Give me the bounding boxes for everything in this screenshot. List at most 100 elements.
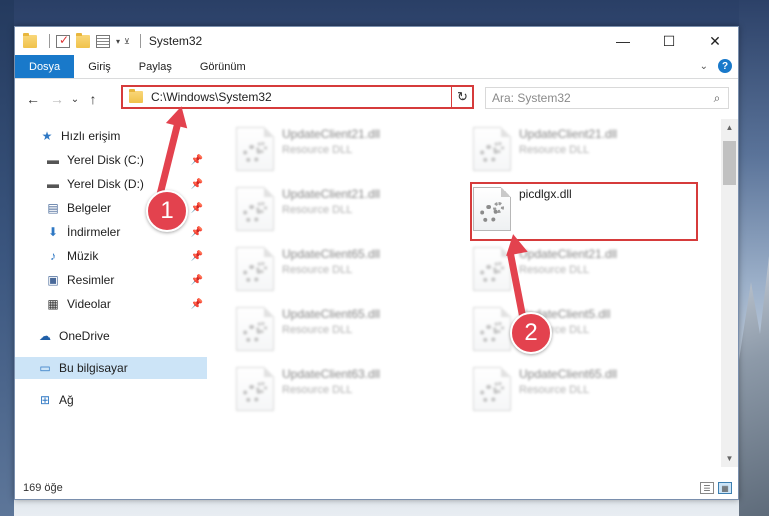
scroll-down-icon[interactable]: ▼ [721,450,738,467]
separator [49,34,50,48]
tab-home[interactable]: Giriş [74,55,125,78]
customize-toolbar-icon[interactable]: ⊻ [124,37,130,46]
pin-icon: 📌 [190,226,203,238]
file-name: UpdateClient63.dll [282,367,381,381]
computer-icon: ▭ [39,361,51,375]
sidebar-item-label: İndirmeler [67,225,121,239]
pin-icon: 📌 [190,274,203,286]
up-button[interactable]: ↑ [81,91,105,107]
sidebar-item-network[interactable]: ⊞ Ağ [15,389,207,411]
file-type: Resource DLL [519,144,590,156]
vertical-scrollbar[interactable]: ▲ ▼ [721,119,738,467]
sidebar-item-local-disk-c[interactable]: ▬ Yerel Disk (C:) 📌 [15,149,207,171]
file-name: UpdateClient65.dll [519,367,618,381]
tab-file[interactable]: Dosya [15,55,75,78]
file-item[interactable]: UpdateClient65.dll Resource DLL [236,245,461,295]
file-item[interactable]: UpdateClient5.dll Resource DLL [473,305,698,355]
dll-file-icon [236,367,274,411]
file-item[interactable]: UpdateClient65.dll Resource DLL [473,365,698,415]
file-item[interactable]: UpdateClient65.dll Resource DLL [236,305,461,355]
sidebar-item-pictures[interactable]: ▣ Resimler 📌 [15,269,207,291]
details-view-icon[interactable]: ☰ [700,482,714,494]
pictures-icon: ▣ [47,273,59,287]
properties-check-icon[interactable] [56,33,70,48]
file-item[interactable]: UpdateClient21.dll Resource DLL [236,125,461,175]
file-explorer-window: ▾ ⊻ System32 — ☐ ✕ Dosya Giriş Paylaş Gö… [14,26,739,500]
sidebar-item-label: Yerel Disk (C:) [67,153,144,167]
ribbon-right: ⌄ ? [700,59,732,73]
tab-view[interactable]: Görünüm [186,55,260,78]
file-item[interactable]: UpdateClient21.dll Resource DLL [473,125,698,175]
dll-file-icon [473,127,511,171]
refresh-icon[interactable]: ↻ [451,85,473,109]
music-icon: ♪ [50,249,56,263]
tiles-view-icon[interactable]: ▦ [718,482,732,494]
separator [139,34,141,48]
search-icon[interactable]: ⌕ [706,91,728,106]
dll-file-icon [236,307,274,351]
recent-locations-icon[interactable]: ⌄ [69,94,81,105]
back-button[interactable]: ← [21,91,45,107]
dll-file-icon [236,187,274,231]
quick-access-dropdown-icon[interactable]: ▾ [116,37,120,46]
window-controls: — ☐ ✕ [600,27,738,55]
folder-icon [23,32,37,48]
drive-icon: ▬ [47,153,59,167]
help-icon[interactable]: ? [718,59,732,73]
sidebar-item-music[interactable]: ♪ Müzik 📌 [15,245,207,267]
maximize-button[interactable]: ☐ [646,27,692,55]
minimize-button[interactable]: — [600,27,646,55]
properties-icon[interactable] [96,34,110,48]
file-type: Resource DLL [282,324,353,336]
navigation-bar: ← → ⌄ ↑ C:\Windows\System32 ⌄ ↻ Ara: Sys… [15,79,738,119]
sidebar-item-videos[interactable]: ▦ Videolar 📌 [15,293,207,315]
body-area: ★ Hızlı erişim ▬ Yerel Disk (C:) 📌 ▬ Yer… [15,119,738,467]
documents-icon: ▤ [47,201,59,215]
sidebar-item-label: Resimler [67,273,115,287]
sidebar-item-onedrive[interactable]: ☁ OneDrive [15,325,207,347]
sidebar-item-label: Hızlı erişim [61,129,121,143]
download-icon: ⬇ [47,225,59,239]
star-icon: ★ [41,129,53,143]
pin-icon: 📌 [190,202,203,214]
annotation-badge-1: 1 [146,190,188,232]
file-name: UpdateClient21.dll [282,187,381,201]
search-input[interactable]: Ara: System32 ⌕ [485,87,729,109]
file-name: UpdateClient65.dll [282,247,381,261]
item-count: 169 öğe [23,482,63,494]
ribbon-tabs: Dosya Giriş Paylaş Görünüm ⌄ ? [15,55,738,79]
file-type: Resource DLL [519,384,590,396]
tab-share[interactable]: Paylaş [125,55,186,78]
folder-icon [129,89,143,103]
scroll-up-icon[interactable]: ▲ [721,119,738,136]
view-switcher: ☰ ▦ [700,482,732,494]
expand-ribbon-icon[interactable]: ⌄ [700,61,708,72]
pin-icon: 📌 [190,250,203,262]
file-highlight-box [470,182,698,241]
sidebar-item-local-disk-d[interactable]: ▬ Yerel Disk (D:) 📌 [15,173,207,195]
sidebar-item-label: Bu bilgisayar [59,361,128,375]
file-item[interactable]: UpdateClient21.dll Resource DLL [236,185,461,235]
file-type: Resource DLL [282,384,353,396]
pin-icon: 📌 [190,298,203,310]
scroll-thumb[interactable] [723,141,736,185]
close-button[interactable]: ✕ [692,27,738,55]
drive-icon: ▬ [47,177,59,191]
dll-file-icon [473,307,511,351]
cloud-icon: ☁ [39,329,51,343]
sidebar-item-label: Videolar [67,297,111,311]
address-text[interactable]: C:\Windows\System32 [151,90,456,104]
file-type: Resource DLL [282,204,353,216]
pin-icon: 📌 [190,178,203,190]
sidebar-item-this-pc[interactable]: ▭ Bu bilgisayar [15,357,207,379]
file-type: Resource DLL [282,264,353,276]
dll-file-icon [236,247,274,291]
file-name: UpdateClient21.dll [519,247,618,261]
desktop-left-strip [0,0,14,516]
file-list: UpdateClient21.dll Resource DLL UpdateCli… [208,119,726,467]
file-item[interactable]: UpdateClient63.dll Resource DLL [236,365,461,415]
search-placeholder[interactable]: Ara: System32 [492,91,706,105]
new-folder-icon[interactable] [76,32,90,48]
forward-button[interactable]: → [45,91,69,107]
sidebar-item-label: Ağ [59,393,74,407]
